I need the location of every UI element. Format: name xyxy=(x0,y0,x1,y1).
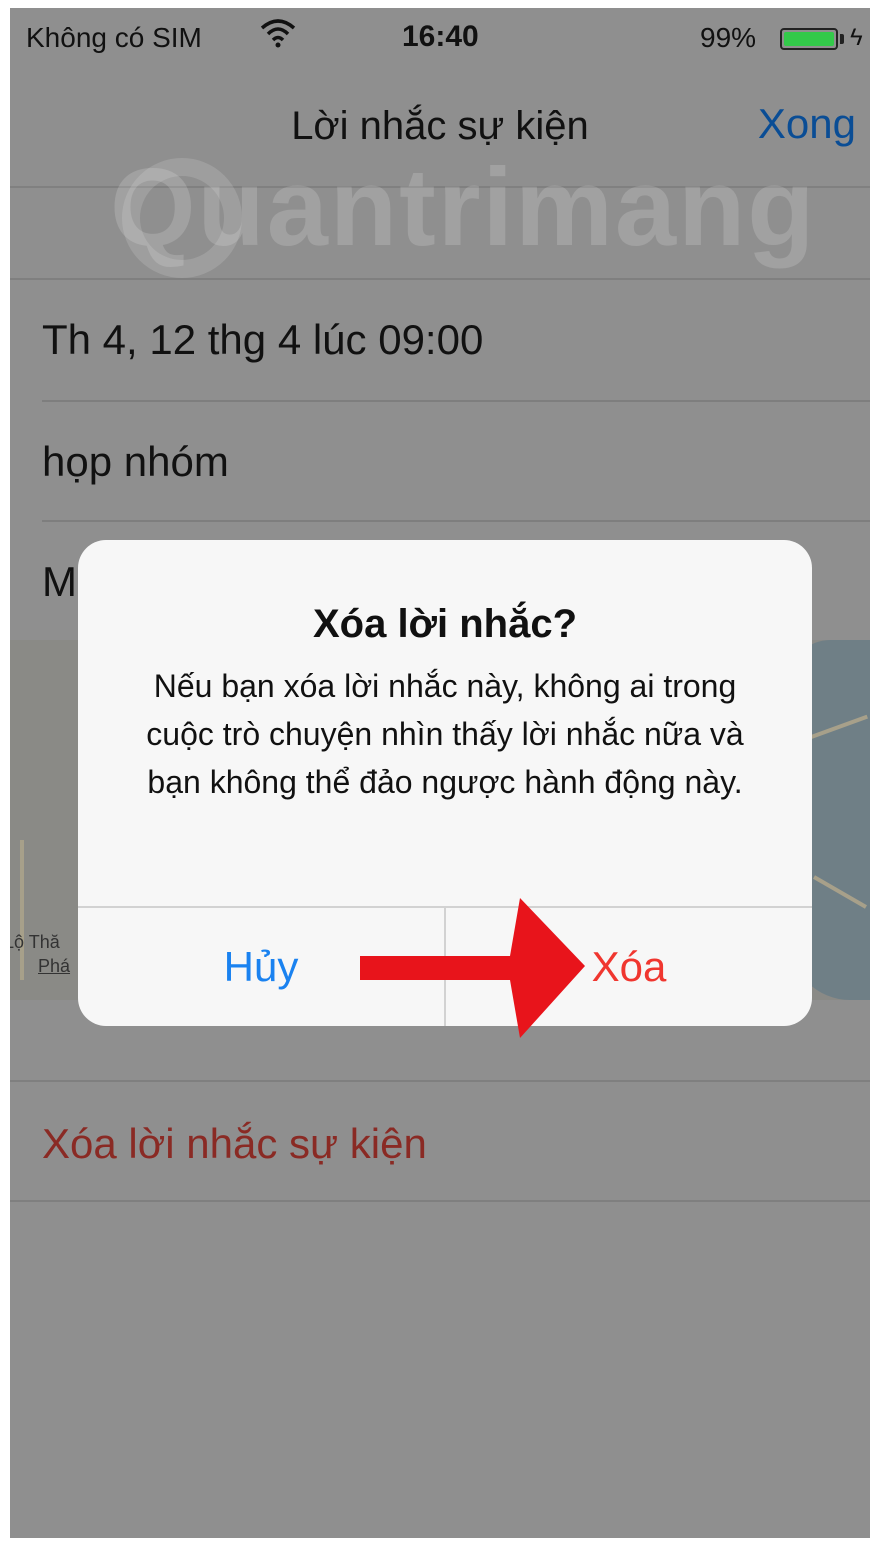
row-divider xyxy=(42,520,870,522)
battery-percent: 99% xyxy=(700,22,757,53)
alert-title: Xóa lời nhắc? xyxy=(312,602,578,646)
arrow-shape xyxy=(360,898,585,1038)
battery-fill xyxy=(784,32,834,46)
done-button[interactable]: Xong xyxy=(758,100,856,148)
status-bar: Không có SIM 16:40 99% ϟ xyxy=(10,8,870,68)
battery-tip xyxy=(840,34,844,44)
section-separator xyxy=(10,1200,870,1202)
phone-screen: Không có SIM 16:40 99% ϟ Lời nhắc sự kiệ… xyxy=(10,8,870,1538)
map-road xyxy=(20,840,24,980)
wifi-icon xyxy=(260,19,296,48)
navigation-bar: Lời nhắc sự kiện Xong xyxy=(10,68,870,188)
page-title: Lời nhắc sự kiện xyxy=(291,104,589,148)
charging-bolt-icon: ϟ xyxy=(850,24,863,51)
map-place-label: Phá xyxy=(38,956,71,976)
alert-message: Nếu bạn xóa lời nhắc này, không ai trong… xyxy=(146,668,744,800)
location-row[interactable]: M xyxy=(42,558,77,606)
datetime-row[interactable]: Th 4, 12 thg 4 lúc 09:00 xyxy=(42,316,483,364)
note-row[interactable]: họp nhóm xyxy=(42,438,229,486)
row-divider xyxy=(42,400,870,402)
red-arrow-annotation-icon xyxy=(360,898,585,1038)
watermark-bulb-icon xyxy=(122,158,242,278)
battery-icon xyxy=(780,28,838,50)
carrier-label: Không có SIM xyxy=(26,22,202,53)
section-separator xyxy=(10,278,870,280)
delete-reminder-row[interactable]: Xóa lời nhắc sự kiện xyxy=(42,1120,427,1168)
section-separator xyxy=(10,1080,870,1082)
map-place-label: Lộ Thă xyxy=(10,932,60,952)
clock: 16:40 xyxy=(402,20,479,53)
